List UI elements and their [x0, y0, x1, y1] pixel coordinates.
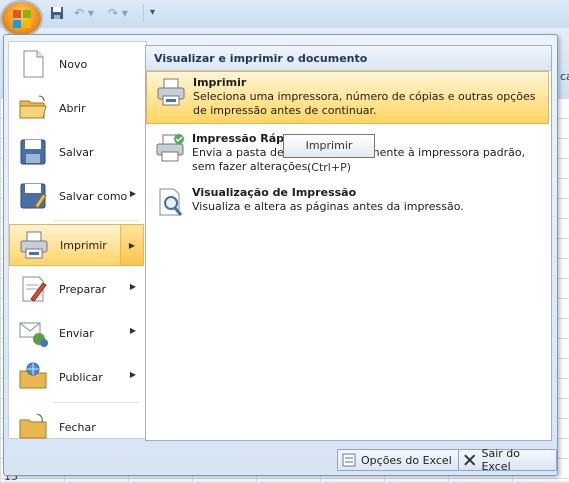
- menu-commands: Novo Abrir Salvar Salvar como ▶ Imprimir…: [8, 41, 147, 439]
- close-icon: [464, 454, 476, 466]
- save-icon: [20, 139, 46, 165]
- new-document-icon: [23, 50, 44, 78]
- submenu-item-title: Imprimir: [193, 76, 247, 89]
- ribbon-edge-label: ca: [560, 70, 569, 83]
- close-folder-icon: [19, 413, 47, 439]
- menu-item-abrir[interactable]: Abrir: [9, 87, 144, 129]
- print-icon: [20, 231, 48, 259]
- submenu-pane: Visualizar e imprimir o documento Imprim…: [145, 45, 552, 441]
- submenu-arrow-icon: ▶: [129, 326, 136, 335]
- menu-item-imprimir[interactable]: Imprimir ▶: [9, 224, 144, 266]
- open-folder-icon: [19, 95, 47, 119]
- submenu-item-description: Visualiza e altera as páginas antes da i…: [192, 200, 464, 213]
- menu-item-fechar[interactable]: Fechar: [9, 406, 144, 448]
- options-icon: [342, 453, 356, 467]
- submenu-arrow-icon[interactable]: ▶: [120, 225, 143, 265]
- submenu-header: Visualizar e imprimir o documento: [146, 46, 551, 71]
- print-preview-icon: [159, 188, 183, 216]
- submenu-arrow-icon: ▶: [129, 189, 136, 198]
- office-button[interactable]: [0, 0, 43, 37]
- customize-qat-icon[interactable]: ▾: [150, 6, 155, 20]
- quick-print-icon: [156, 134, 184, 162]
- qat-separator: [143, 4, 144, 22]
- undo-icon[interactable]: ↶ ▾: [74, 6, 94, 20]
- publish-icon: [19, 362, 47, 389]
- tooltip: Imprimir (Ctrl+P): [283, 134, 375, 174]
- menu-item-publicar[interactable]: Publicar ▶: [9, 356, 144, 398]
- submenu-arrow-icon: ▶: [129, 282, 136, 291]
- printer-icon: [157, 78, 185, 106]
- save-icon[interactable]: [50, 6, 64, 20]
- submenu-arrow-icon: ▶: [129, 370, 136, 379]
- send-icon: [19, 322, 48, 347]
- redo-icon[interactable]: ↷ ▾: [108, 6, 128, 20]
- menu-item-enviar[interactable]: Enviar ▶: [9, 312, 144, 354]
- excel-options-button[interactable]: Opções do Excel: [337, 449, 459, 471]
- office-logo-icon: [12, 9, 31, 28]
- menu-item-novo[interactable]: Novo: [9, 43, 144, 85]
- menu-separator: [53, 402, 139, 403]
- excel-options-label: Opções do Excel: [361, 453, 452, 467]
- menu-item-preparar[interactable]: Preparar ▶: [9, 268, 144, 310]
- submenu-item-description: Seleciona uma impressora, número de cópi…: [193, 90, 536, 117]
- exit-excel-label: Sair do Excel: [481, 447, 520, 473]
- submenu-item-imprimir[interactable]: Imprimir Seleciona uma impressora, númer…: [146, 71, 549, 124]
- save-as-icon: [20, 183, 47, 209]
- prepare-icon: [22, 276, 47, 302]
- menu-item-salvar[interactable]: Salvar: [9, 131, 144, 173]
- menu-item-salvar-como[interactable]: Salvar como ▶: [9, 175, 144, 217]
- submenu-item-title: Visualização de Impressão: [192, 186, 357, 199]
- submenu-item-visualizacao[interactable]: Visualização de Impressão Visualiza e al…: [146, 182, 549, 222]
- office-menu: Novo Abrir Salvar Salvar como ▶ Imprimir…: [3, 34, 558, 476]
- exit-excel-button[interactable]: Sair do Excel: [458, 447, 557, 473]
- menu-separator: [53, 220, 139, 221]
